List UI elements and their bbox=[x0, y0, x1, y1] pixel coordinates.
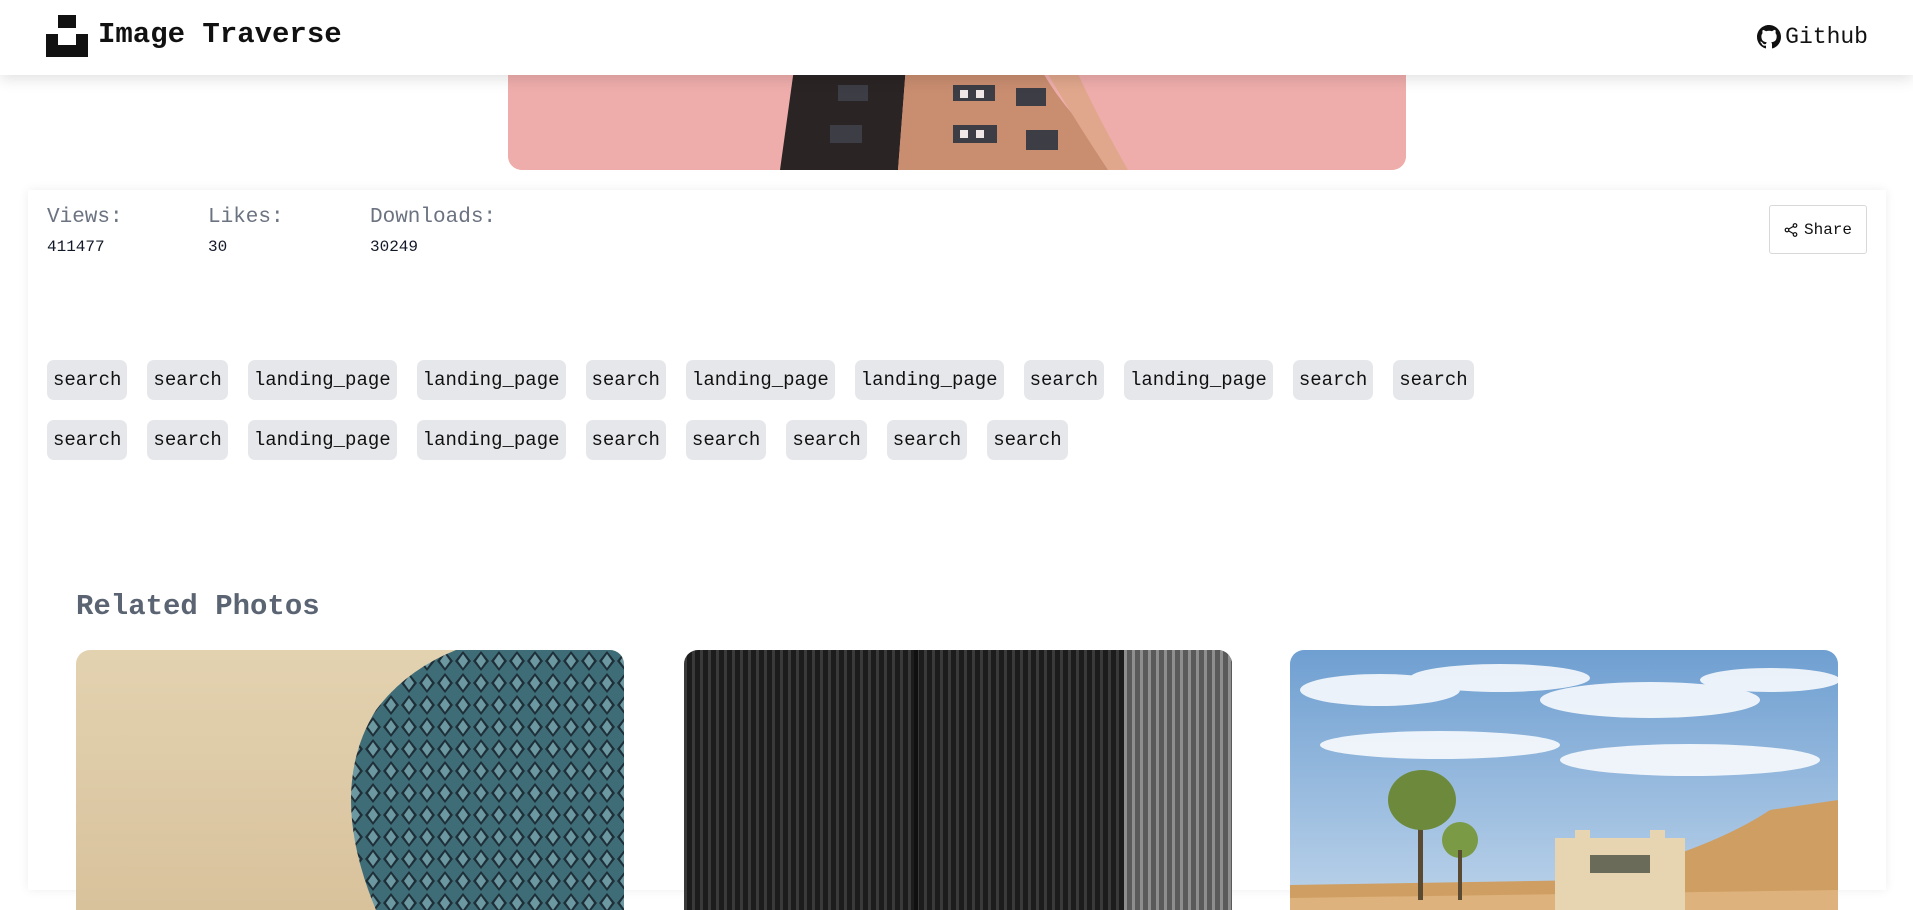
tag-chip[interactable]: landing_page bbox=[1124, 360, 1273, 400]
likes-stat: Likes: 30 bbox=[208, 204, 284, 258]
tag-chip[interactable]: search bbox=[47, 360, 128, 400]
tag-chip[interactable]: search bbox=[1393, 360, 1474, 400]
tag-chip[interactable]: landing_page bbox=[685, 360, 835, 400]
related-photo[interactable] bbox=[684, 650, 1232, 910]
github-label: Github bbox=[1785, 24, 1868, 50]
likes-label: Likes: bbox=[208, 206, 284, 229]
tag-chip[interactable]: search bbox=[1023, 360, 1104, 400]
views-stat: Views: 411477 bbox=[47, 204, 123, 258]
photo-details-card: Views: 411477 Likes: 30 Downloads: 30249… bbox=[28, 190, 1886, 910]
logo-icon[interactable] bbox=[46, 15, 88, 57]
likes-value: 30 bbox=[208, 238, 228, 256]
tag-chip[interactable]: search bbox=[585, 360, 666, 400]
tag-chip[interactable]: search bbox=[1292, 360, 1374, 400]
tag-chip[interactable]: search bbox=[147, 420, 228, 460]
related-photos-heading: Related Photos bbox=[76, 590, 320, 623]
share-label: Share bbox=[1803, 220, 1852, 239]
tag-chip[interactable]: search bbox=[685, 420, 767, 460]
related-photo[interactable] bbox=[1290, 650, 1838, 910]
tag-chip[interactable]: search bbox=[47, 420, 128, 460]
share-icon bbox=[1784, 222, 1798, 237]
tag-chip[interactable]: search bbox=[886, 420, 968, 460]
github-link[interactable]: Github bbox=[1757, 22, 1868, 52]
downloads-stat: Downloads: 30249 bbox=[370, 204, 496, 258]
tag-chip[interactable]: landing_page bbox=[247, 420, 397, 460]
tag-list: search search landing_page landing_page … bbox=[47, 360, 1507, 460]
tag-chip[interactable]: search bbox=[786, 420, 867, 460]
downloads-label: Downloads: bbox=[370, 206, 497, 229]
tag-chip[interactable]: search bbox=[585, 420, 666, 460]
tag-chip[interactable]: landing_page bbox=[416, 360, 566, 400]
views-value: 411477 bbox=[47, 238, 105, 256]
github-icon bbox=[1757, 25, 1782, 49]
tag-chip[interactable]: search bbox=[147, 360, 228, 400]
tag-chip[interactable]: search bbox=[987, 420, 1068, 460]
tag-chip[interactable]: landing_page bbox=[416, 420, 566, 460]
share-button[interactable]: Share bbox=[1769, 205, 1867, 254]
downloads-value: 30249 bbox=[370, 238, 419, 256]
tag-chip[interactable]: landing_page bbox=[247, 360, 397, 400]
tag-chip[interactable]: landing_page bbox=[854, 360, 1004, 400]
brand-title[interactable]: Image Traverse bbox=[98, 16, 342, 54]
related-photo[interactable] bbox=[76, 650, 624, 910]
top-navbar: Image Traverse Github bbox=[0, 0, 1913, 75]
views-label: Views: bbox=[47, 206, 123, 229]
